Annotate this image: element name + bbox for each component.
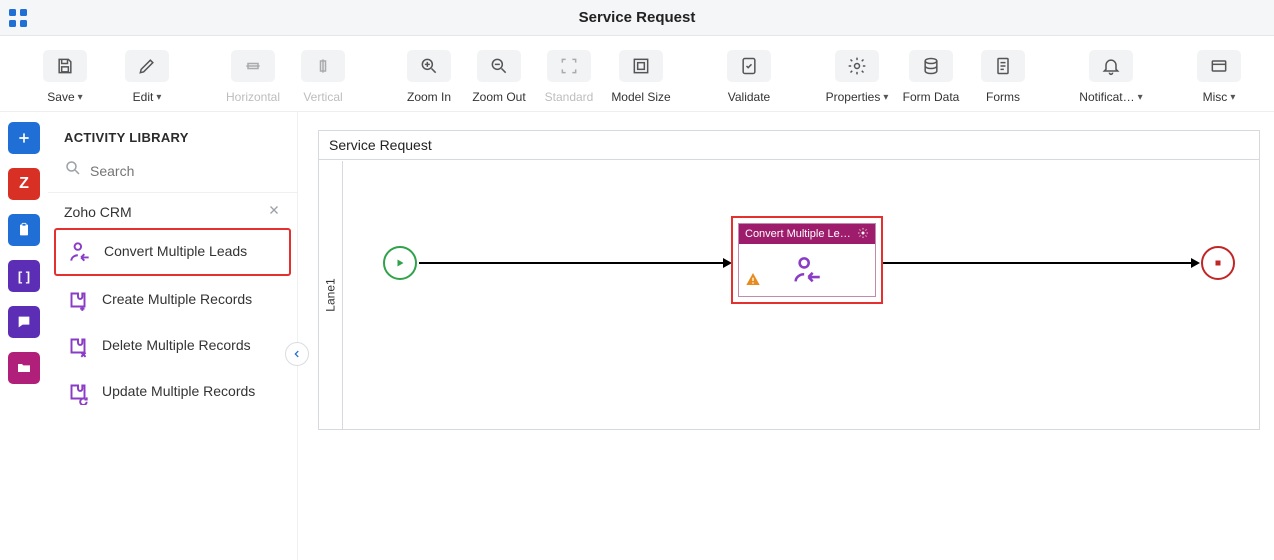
bell-icon [1089, 50, 1133, 82]
canvas-area: Service Request Lane1 Convert Multiple L… [298, 112, 1274, 560]
activity-node-body [739, 244, 875, 296]
arrow-icon [1191, 258, 1200, 268]
database-icon [909, 50, 953, 82]
lane-header: Lane1 [319, 161, 343, 429]
activity-item-label: Create Multiple Records [102, 291, 252, 309]
standard-zoom-icon [547, 50, 591, 82]
puzzle-x-icon [64, 332, 92, 360]
activity-item-label: Update Multiple Records [102, 383, 255, 401]
start-node[interactable] [383, 246, 417, 280]
align-vertical-icon [301, 50, 345, 82]
zoom-out-button[interactable]: Zoom Out [464, 50, 534, 104]
properties-button[interactable]: Properties▾ [820, 50, 894, 104]
activity-item-label: Delete Multiple Records [102, 337, 251, 355]
zoom-out-icon [477, 50, 521, 82]
activity-node-header: Convert Multiple Lea... [739, 224, 875, 244]
activity-node[interactable]: Convert Multiple Lea... [731, 216, 883, 304]
lane-content[interactable]: Convert Multiple Lea... [343, 161, 1259, 429]
clipboard-icon[interactable] [8, 214, 40, 246]
chevron-down-icon: ▾ [78, 92, 83, 103]
horizontal-button: Horizontal [218, 50, 288, 104]
edit-button[interactable]: Edit▾ [112, 50, 182, 104]
search-input[interactable] [90, 163, 281, 179]
zoom-in-button[interactable]: Zoom In [394, 50, 464, 104]
align-horizontal-icon [231, 50, 275, 82]
left-rail: Z [ ] [0, 112, 48, 560]
lane-label: Lane1 [324, 278, 338, 311]
forms-button[interactable]: Forms [968, 50, 1038, 104]
save-icon [43, 50, 87, 82]
gear-icon [835, 50, 879, 82]
zoom-in-icon [407, 50, 451, 82]
form-data-button[interactable]: Form Data [894, 50, 968, 104]
activity-item-convert-multiple-leads[interactable]: Convert Multiple Leads [54, 228, 291, 276]
warning-icon [745, 271, 761, 292]
zoho-icon[interactable]: Z [8, 168, 40, 200]
sidebar-title: ACTIVITY LIBRARY [48, 120, 297, 155]
flow-connector [419, 262, 725, 264]
flow-connector [883, 262, 1193, 264]
edit-icon [125, 50, 169, 82]
activity-item-delete-multiple-records[interactable]: Delete Multiple Records [54, 324, 291, 368]
apps-icon[interactable] [0, 8, 36, 28]
misc-icon [1197, 50, 1241, 82]
chevron-down-icon: ▾ [1138, 92, 1143, 103]
puzzle-plus-icon [64, 286, 92, 314]
chevron-down-icon: ▾ [156, 92, 161, 103]
brackets-icon[interactable]: [ ] [8, 260, 40, 292]
person-arrow-icon [66, 238, 94, 266]
forms-icon [981, 50, 1025, 82]
vertical-button: Vertical [288, 50, 358, 104]
activity-library-sidebar: ACTIVITY LIBRARY Zoho CRM Convert Multip… [48, 112, 298, 560]
gear-icon[interactable] [857, 227, 869, 242]
close-icon[interactable] [267, 203, 281, 220]
page-title: Service Request [579, 9, 696, 26]
model-size-icon [619, 50, 663, 82]
top-header: Service Request [0, 0, 1274, 36]
activity-item-update-multiple-records[interactable]: Update Multiple Records [54, 370, 291, 414]
puzzle-refresh-icon [64, 378, 92, 406]
canvas-title: Service Request [319, 131, 1259, 160]
activity-item-create-multiple-records[interactable]: Create Multiple Records [54, 278, 291, 322]
validate-button[interactable]: Validate [714, 50, 784, 104]
notifications-button[interactable]: Notificat…▾ [1074, 50, 1148, 104]
chevron-down-icon: ▾ [1230, 92, 1235, 103]
misc-button[interactable]: Misc▾ [1184, 50, 1254, 104]
validate-icon [727, 50, 771, 82]
folder-icon[interactable] [8, 352, 40, 384]
add-button[interactable] [8, 122, 40, 154]
search-icon [64, 159, 82, 182]
activity-item-label: Convert Multiple Leads [104, 243, 247, 261]
model-size-button[interactable]: Model Size [604, 50, 678, 104]
collapse-sidebar-button[interactable] [285, 342, 309, 366]
end-node[interactable] [1201, 246, 1235, 280]
chat-icon[interactable] [8, 306, 40, 338]
save-button[interactable]: Save▾ [30, 50, 100, 104]
standard-button: Standard [534, 50, 604, 104]
chevron-down-icon: ▾ [883, 92, 888, 103]
toolbar: Save▾ Edit▾ Horizontal Vertical Zoom In … [0, 36, 1274, 112]
process-canvas[interactable]: Service Request Lane1 Convert Multiple L… [318, 130, 1260, 430]
activity-group-header: Zoho CRM [48, 193, 297, 226]
